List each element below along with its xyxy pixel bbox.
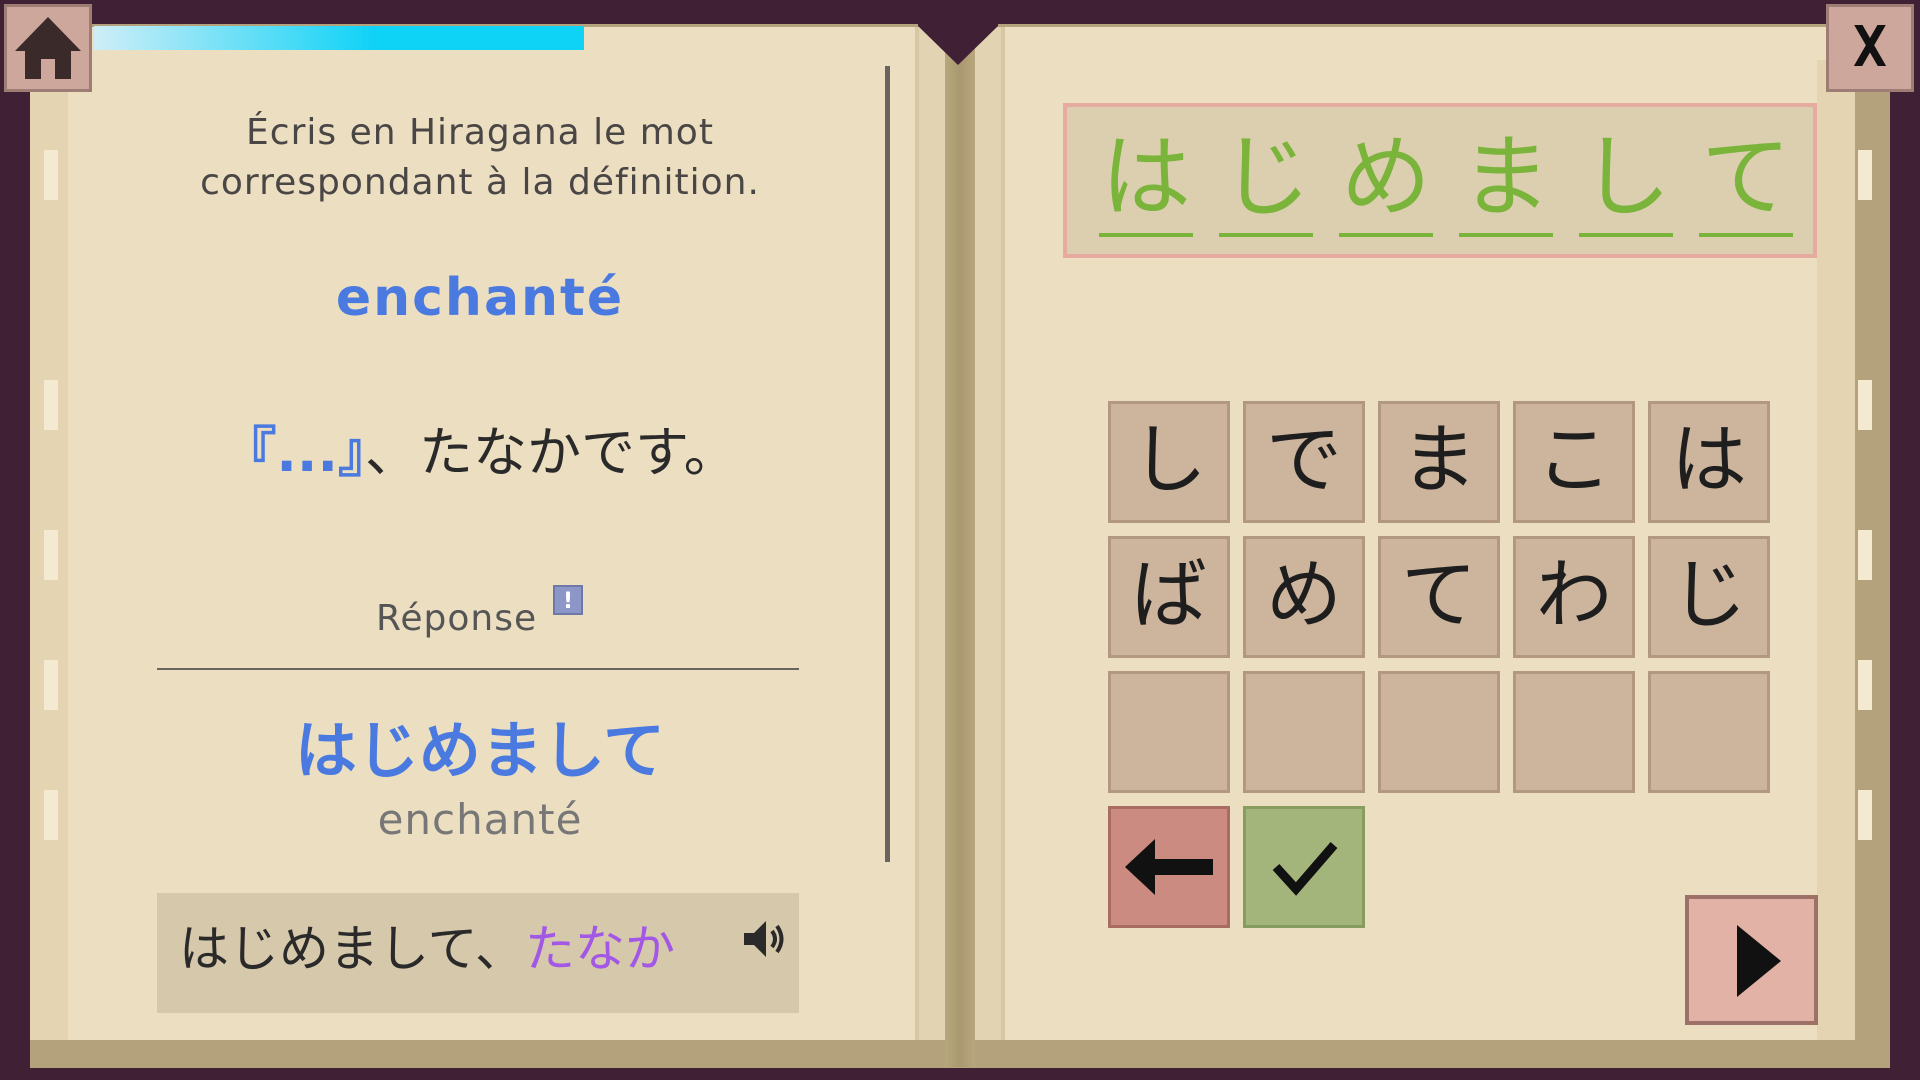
margin-dash <box>44 790 58 840</box>
answer-input-box: はじめまして <box>1063 103 1817 258</box>
next-button[interactable] <box>1685 895 1818 1025</box>
checkmark-icon <box>1272 842 1338 896</box>
info-badge[interactable]: ! <box>553 585 583 615</box>
definition-word: enchanté <box>335 268 625 328</box>
validate-button[interactable] <box>1243 806 1365 928</box>
kana-tile[interactable]: じ <box>1648 536 1770 658</box>
margin-dash <box>44 150 58 200</box>
progress-bar <box>94 26 584 50</box>
instruction-line-2: correspondant à la définition. <box>200 162 760 203</box>
sentence-blank: 『...』 <box>222 421 365 484</box>
progress-bar-fill <box>94 26 496 50</box>
input-char: め <box>1339 123 1433 237</box>
kana-tile[interactable]: て <box>1378 536 1500 658</box>
kana-tile[interactable]: で <box>1243 401 1365 523</box>
instruction-line-1: Écris en Hiragana le mot <box>246 112 714 153</box>
kana-tile[interactable]: め <box>1243 536 1365 658</box>
margin-dash <box>1858 530 1872 580</box>
left-page-scrollbar[interactable] <box>885 66 890 862</box>
answer-label: Réponse <box>376 598 538 639</box>
example-box: はじめまして、たなか <box>157 893 799 1013</box>
right-page-crease <box>975 27 1005 1040</box>
input-char: は <box>1099 123 1193 237</box>
empty-tile <box>1243 671 1365 793</box>
margin-dash <box>1858 380 1872 430</box>
kana-tile[interactable]: ば <box>1108 536 1230 658</box>
input-char: し <box>1579 123 1673 237</box>
answer-input-chars: はじめまして <box>1099 123 1793 237</box>
kana-tile[interactable]: は <box>1648 401 1770 523</box>
left-page-crease <box>915 27 945 1040</box>
backspace-button[interactable] <box>1108 806 1230 928</box>
margin-dash <box>44 530 58 580</box>
kana-tile[interactable]: ま <box>1378 401 1500 523</box>
answer-meaning: enchanté <box>377 795 583 844</box>
margin-dash <box>1858 790 1872 840</box>
arrow-left-icon <box>1125 839 1213 895</box>
speaker-icon[interactable] <box>740 915 788 963</box>
margin-dash <box>1858 150 1872 200</box>
empty-tile <box>1108 671 1230 793</box>
example-prefix: はじめまして、 <box>179 920 525 978</box>
input-char: て <box>1699 123 1793 237</box>
play-triangle-icon <box>1737 925 1781 997</box>
answer-divider <box>157 668 799 670</box>
example-sentence: 『...』、たなかです。 <box>140 408 820 487</box>
margin-dash <box>44 380 58 430</box>
input-char: ま <box>1459 123 1553 237</box>
home-button[interactable] <box>4 4 92 92</box>
home-icon <box>15 17 81 79</box>
empty-tile <box>1378 671 1500 793</box>
empty-tile <box>1513 671 1635 793</box>
right-page-bottom-edge <box>1005 1040 1860 1062</box>
answer-kana: はじめまして <box>294 714 666 787</box>
instruction-text: Écris en Hiragana le mot correspondant à… <box>140 108 820 208</box>
right-page-margin <box>1817 60 1855 1040</box>
sentence-rest: 、たなかです。 <box>364 421 738 484</box>
kana-tile[interactable]: し <box>1108 401 1230 523</box>
kana-tile[interactable]: わ <box>1513 536 1635 658</box>
example-text: はじめまして、たなか <box>179 909 675 981</box>
input-char: じ <box>1219 123 1313 237</box>
empty-tile <box>1648 671 1770 793</box>
kana-tile[interactable]: こ <box>1513 401 1635 523</box>
margin-dash <box>44 660 58 710</box>
close-button[interactable]: X <box>1826 4 1914 92</box>
left-page-bottom-edge <box>60 1040 915 1062</box>
example-name: たなか <box>525 920 675 978</box>
margin-dash <box>1858 660 1872 710</box>
book-spine <box>945 27 975 1067</box>
